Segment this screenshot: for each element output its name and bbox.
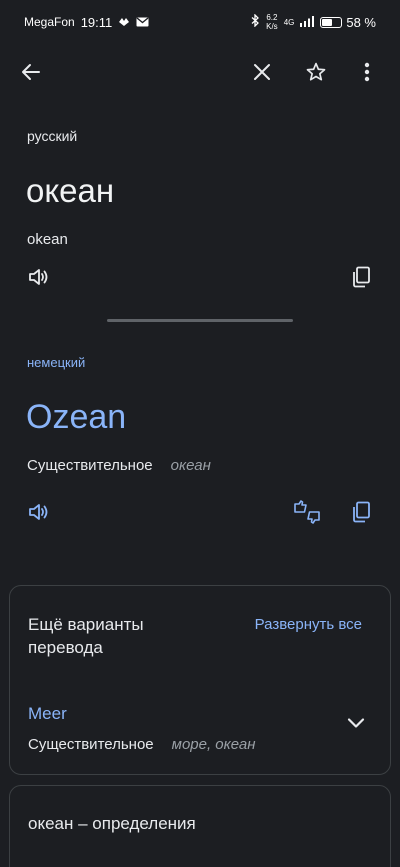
definitions-card[interactable]: океан – определения [9,785,391,867]
variant-part-of-speech: Существительное [28,736,154,753]
variant-details: Существительное море, океан [28,736,256,753]
close-icon [253,63,271,86]
star-outline-icon [305,61,327,88]
more-translations-title: Ещё варианты перевода [28,615,144,657]
definitions-title: океан – определения [28,814,196,833]
expand-variant-button[interactable] [344,711,368,735]
more-vert-icon [364,62,370,87]
variant-meanings: море, океан [171,736,256,753]
battery-fill [322,18,333,26]
expand-all-button[interactable]: Развернуть все [255,616,362,633]
speaker-icon [27,501,49,528]
network-type: 4G [283,17,295,27]
source-listen-button[interactable] [22,263,54,295]
chevron-down-icon [344,718,368,739]
save-star-button[interactable] [294,52,338,96]
copy-icon [351,501,371,528]
part-of-speech: Существительное [27,457,153,474]
translation-copy-button[interactable] [345,498,377,530]
rate-translation-button[interactable] [291,498,323,530]
carrier-name: MegaFon [24,15,75,29]
clear-button[interactable] [240,52,284,96]
signal-icon [300,15,315,30]
back-translation: океан [170,457,211,474]
translation-listen-button[interactable] [22,498,54,530]
source-text[interactable]: океан [26,172,114,210]
source-language-label: русский [27,128,78,144]
back-button[interactable] [9,52,53,96]
speaker-icon [27,266,49,293]
battery-icon [320,16,343,28]
top-toolbar [0,52,400,96]
status-time: 19:11 [80,14,113,30]
mail-icon [136,15,149,30]
drag-handle-divider[interactable] [107,319,293,322]
arrow-left-icon [21,62,41,87]
status-bar: MegaFon 19:11 6.2 K/s 4G 58 % [0,0,400,44]
thumbs-up-down-icon [293,499,321,529]
more-translations-card: Ещё варианты перевода Развернуть все Mee… [9,585,391,775]
more-options-button[interactable] [345,52,389,96]
translation-details: Существительное океан [27,457,211,474]
target-language-label: немецкий [27,355,86,370]
bluetooth-icon [251,13,260,30]
copy-icon [351,266,371,293]
translation-text[interactable]: Ozean [26,398,126,437]
network-speed: 6.2 K/s [266,13,278,31]
battery-indicator: 58 % [320,15,376,30]
speed-unit: K/s [266,22,278,31]
speed-value: 6.2 [266,13,278,22]
vpn-icon [118,15,130,30]
source-transliteration: okean [27,231,68,248]
variant-word[interactable]: Meer [28,704,67,724]
source-copy-button[interactable] [345,263,377,295]
battery-percent: 58 % [346,14,376,30]
